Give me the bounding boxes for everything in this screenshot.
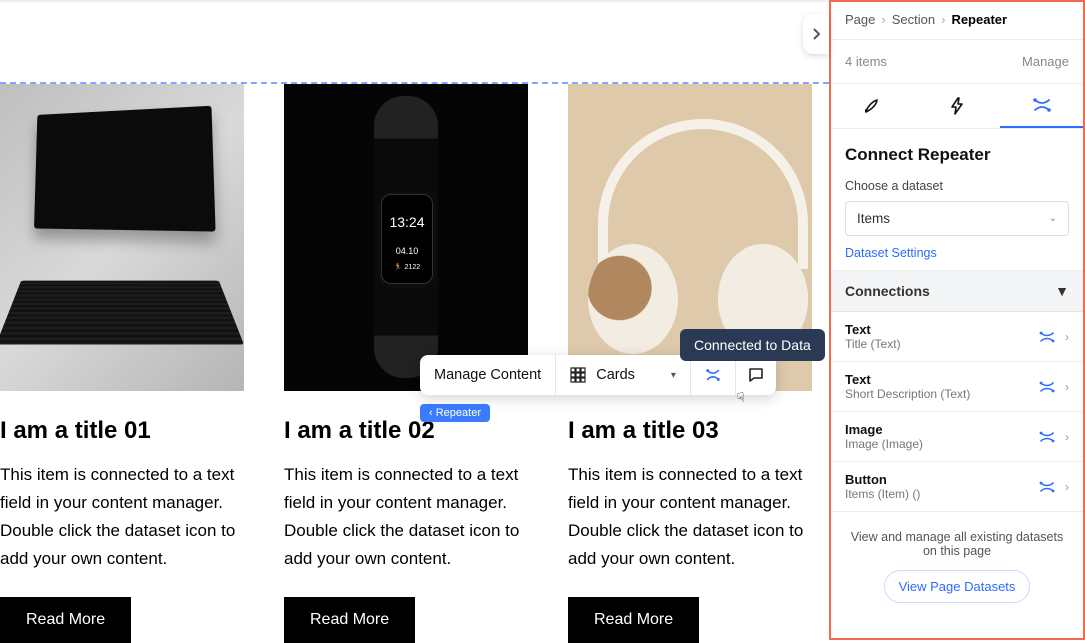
tab-design[interactable] <box>829 84 914 128</box>
manage-content-button[interactable]: Manage Content <box>420 355 556 395</box>
repeater-badge[interactable]: ‹ Repeater <box>420 404 490 422</box>
manage-content-label: Manage Content <box>434 367 541 383</box>
section-title: Connect Repeater <box>845 145 1069 165</box>
data-connection-icon <box>1032 96 1052 114</box>
card-image[interactable] <box>0 84 244 391</box>
chevron-right-icon: › <box>1065 380 1069 394</box>
chevron-left-icon: ‹ <box>429 407 436 419</box>
watch-face-text: 13:24 04.10 🏃 2122 <box>388 212 426 273</box>
chat-icon <box>748 367 764 383</box>
manage-items-link[interactable]: Manage <box>1022 54 1069 69</box>
read-more-button[interactable]: Read More <box>284 597 415 643</box>
connection-field: Items (Item) () <box>845 487 1029 501</box>
connection-row[interactable]: Image Image (Image) › <box>829 412 1085 462</box>
breadcrumb-section[interactable]: Section <box>892 12 935 27</box>
breadcrumb: Page › Section › Repeater <box>829 0 1085 40</box>
data-connection-icon <box>705 367 721 383</box>
repeater-floating-toolbar: Manage Content Cards ▾ <box>420 355 776 395</box>
grid-icon <box>570 367 586 383</box>
connection-field: Image (Image) <box>845 437 1029 451</box>
read-more-button[interactable]: Read More <box>568 597 699 643</box>
card-title[interactable]: I am a title 03 <box>568 417 812 445</box>
connection-row[interactable]: Text Short Description (Text) › <box>829 362 1085 412</box>
connection-element: Button <box>845 472 1029 487</box>
items-info-row: 4 items Manage <box>829 40 1085 84</box>
card-description[interactable]: This item is connected to a text field i… <box>0 461 244 573</box>
tab-animation[interactable] <box>914 84 999 128</box>
panel-footer: View and manage all existing datasets on… <box>829 512 1085 619</box>
paintbrush-icon <box>863 97 881 115</box>
dataset-select-value: Items <box>857 211 890 226</box>
card-description[interactable]: This item is connected to a text field i… <box>568 461 812 573</box>
choose-dataset-label: Choose a dataset <box>845 179 1069 193</box>
connection-field: Title (Text) <box>845 337 1029 351</box>
chevron-right-icon: › <box>881 12 885 27</box>
data-connection-icon <box>1039 330 1055 344</box>
read-more-button[interactable]: Read More <box>0 597 131 643</box>
data-connection-icon <box>1039 430 1055 444</box>
view-page-datasets-button[interactable]: View Page Datasets <box>884 570 1031 603</box>
card-title[interactable]: I am a title 01 <box>0 417 244 445</box>
dataset-settings-link[interactable]: Dataset Settings <box>845 246 937 260</box>
inspector-panel: Page › Section › Repeater 4 items Manage… <box>829 0 1085 640</box>
chevron-right-icon: › <box>1065 430 1069 444</box>
connect-section: Connect Repeater Choose a dataset Items … <box>829 129 1085 271</box>
connection-row[interactable]: Text Title (Text) › <box>829 312 1085 362</box>
editor-canvas: I am a title 01 This item is connected t… <box>0 0 829 640</box>
tab-data[interactable] <box>1000 84 1085 128</box>
connections-accordion-header[interactable]: Connections ▼ <box>829 271 1085 312</box>
layout-selector[interactable]: Cards ▾ <box>556 355 691 395</box>
card-description[interactable]: This item is connected to a text field i… <box>284 461 528 573</box>
panel-collapse-toggle[interactable] <box>803 14 829 54</box>
triangle-down-icon: ▼ <box>1055 283 1069 299</box>
repeater-item[interactable]: I am a title 01 This item is connected t… <box>0 84 244 643</box>
dataset-select[interactable]: Items ⌄ <box>845 201 1069 236</box>
lightning-icon <box>949 97 965 115</box>
inspector-tabs <box>829 84 1085 129</box>
chevron-right-icon: › <box>1065 480 1069 494</box>
data-connection-icon <box>1039 380 1055 394</box>
connection-field: Short Description (Text) <box>845 387 1029 401</box>
connection-element: Text <box>845 322 1029 337</box>
breadcrumb-current: Repeater <box>951 12 1007 27</box>
layout-label: Cards <box>596 367 635 383</box>
connections-title: Connections <box>845 283 930 299</box>
connection-row[interactable]: Button Items (Item) () › <box>829 462 1085 512</box>
chevron-right-icon: › <box>941 12 945 27</box>
chevron-down-icon: ⌄ <box>1049 213 1057 224</box>
breadcrumb-page[interactable]: Page <box>845 12 875 27</box>
connect-data-button[interactable] <box>691 355 736 395</box>
card-title[interactable]: I am a title 02 <box>284 417 528 445</box>
chevron-down-icon: ▾ <box>671 370 676 381</box>
item-count-label: 4 items <box>845 54 887 69</box>
connection-element: Text <box>845 372 1029 387</box>
chevron-right-icon: › <box>1065 330 1069 344</box>
connection-element: Image <box>845 422 1029 437</box>
data-connection-icon <box>1039 480 1055 494</box>
card-image[interactable]: 13:24 04.10 🏃 2122 <box>284 84 528 391</box>
footer-text: View and manage all existing datasets on… <box>845 530 1069 558</box>
canvas-top-padding <box>0 2 829 42</box>
connected-to-data-tooltip: Connected to Data <box>680 329 825 361</box>
